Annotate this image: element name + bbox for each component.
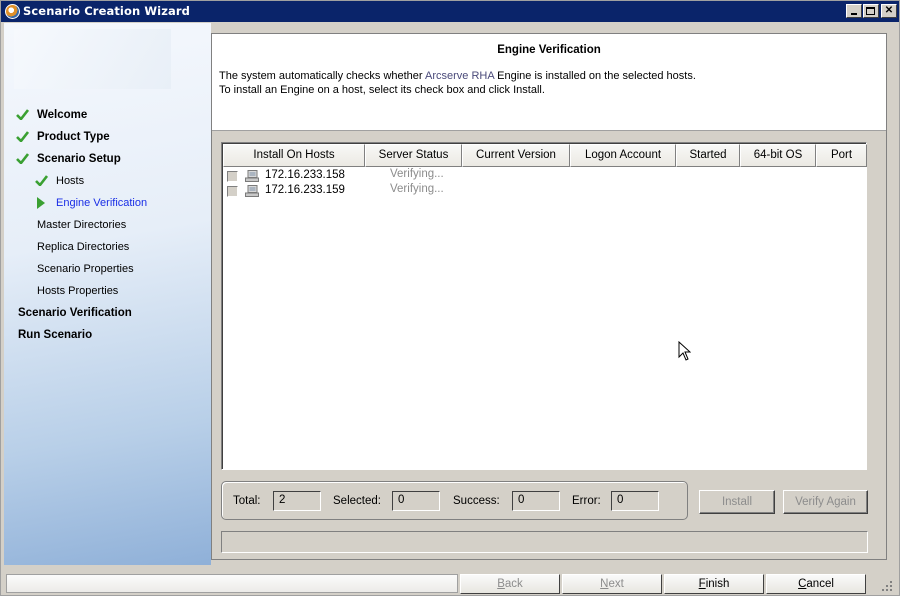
step-replica-directories: Replica Directories: [37, 239, 129, 255]
hosts-grid[interactable]: Install On Hosts Server Status Current V…: [221, 142, 867, 470]
product-banner: [14, 29, 171, 89]
step-master-directories: Master Directories: [37, 217, 126, 233]
mouse-cursor-icon: [678, 341, 691, 361]
step-label: Hosts Properties: [37, 285, 119, 297]
success-field: 0: [512, 491, 560, 511]
wizard-window: Scenario Creation Wizard ✕ Welcome Produ…: [0, 0, 900, 596]
total-field: 2: [273, 491, 321, 511]
checkmark-icon: [16, 109, 29, 120]
column-started[interactable]: Started: [676, 144, 740, 167]
button-label: ext: [608, 578, 624, 590]
server-status: Verifying...: [390, 183, 444, 195]
close-button[interactable]: ✕: [881, 4, 897, 18]
step-label: Replica Directories: [37, 241, 130, 253]
content-panel: Engine Verification The system automatic…: [211, 33, 887, 560]
checkmark-icon: [16, 153, 29, 164]
selected-field: 0: [392, 491, 440, 511]
minimize-icon: [851, 13, 857, 15]
checkmark-icon: [16, 131, 29, 142]
wizard-steps-sidebar: Welcome Product Type Scenario Setup Host…: [4, 23, 211, 565]
description-text: Engine is installed on the selected host…: [494, 70, 696, 82]
grid-header: Install On Hosts Server Status Current V…: [223, 144, 867, 167]
host-address: 172.16.233.159: [265, 184, 345, 196]
maximize-button[interactable]: [863, 4, 879, 18]
error-field: 0: [611, 491, 659, 511]
accelerator-key: B: [497, 578, 505, 590]
step-label: Product Type: [37, 131, 110, 143]
description-line-2: To install an Engine on a host, select i…: [219, 84, 545, 96]
status-bar: [6, 574, 458, 593]
selected-label: Selected:: [333, 495, 381, 507]
step-product-type: Product Type: [16, 129, 110, 145]
next-button[interactable]: Next: [562, 574, 662, 594]
host-row[interactable]: 172.16.233.159 Verifying...: [225, 183, 845, 199]
column-install-on-hosts[interactable]: Install On Hosts: [223, 144, 365, 167]
step-label: Master Directories: [37, 219, 127, 231]
computer-icon: [245, 170, 259, 182]
title-bar[interactable]: Scenario Creation Wizard ✕: [1, 1, 899, 22]
column-port[interactable]: Port: [816, 144, 867, 167]
step-label: Run Scenario: [18, 329, 93, 341]
step-scenario-verification: Scenario Verification: [18, 305, 132, 321]
back-button[interactable]: Back: [460, 574, 560, 594]
step-scenario-setup: Scenario Setup: [16, 151, 121, 167]
step-hosts-properties: Hosts Properties: [37, 283, 118, 299]
install-checkbox[interactable]: [227, 186, 238, 197]
column-logon-account[interactable]: Logon Account: [570, 144, 676, 167]
step-scenario-properties: Scenario Properties: [37, 261, 134, 277]
maximize-icon: [866, 7, 875, 15]
success-label: Success:: [453, 495, 500, 507]
finish-button[interactable]: Finish: [664, 574, 764, 594]
button-label: ancel: [806, 578, 834, 590]
column-server-status[interactable]: Server Status: [365, 144, 462, 167]
progress-bar: [221, 531, 868, 553]
verify-again-button[interactable]: Verify Again: [783, 490, 868, 514]
step-run-scenario: Run Scenario: [18, 327, 92, 343]
step-label: Engine Verification: [56, 197, 148, 209]
host-row[interactable]: 172.16.233.158 Verifying...: [225, 168, 845, 184]
checkmark-icon: [35, 175, 48, 186]
step-label: Scenario Setup: [37, 153, 121, 165]
current-step-arrow-icon: [37, 197, 45, 209]
install-button[interactable]: Install: [699, 490, 775, 514]
minimize-button[interactable]: [846, 4, 862, 18]
button-label: inish: [705, 578, 730, 590]
page-title: Engine Verification: [497, 44, 601, 56]
cancel-button[interactable]: Cancel: [766, 574, 866, 594]
column-64bit-os[interactable]: 64-bit OS: [740, 144, 816, 167]
computer-icon: [245, 185, 259, 197]
summary-group: Total: 2 Selected: 0 Success: 0 Error: 0: [221, 481, 688, 520]
step-welcome: Welcome: [16, 107, 87, 123]
page-header: Engine Verification The system automatic…: [212, 34, 886, 131]
total-label: Total:: [233, 495, 261, 507]
server-status: Verifying...: [390, 168, 444, 180]
step-label: Hosts: [56, 175, 85, 187]
close-icon: ✕: [884, 5, 894, 16]
resize-grip-icon[interactable]: [881, 580, 893, 592]
install-checkbox[interactable]: [227, 171, 238, 182]
column-current-version[interactable]: Current Version: [462, 144, 570, 167]
error-label: Error:: [572, 495, 601, 507]
description-text: The system automatically checks whether: [219, 70, 426, 82]
step-engine-verification: Engine Verification: [37, 195, 147, 211]
step-label: Scenario Properties: [37, 263, 134, 275]
step-label: Scenario Verification: [18, 307, 132, 319]
window-title: Scenario Creation Wizard: [23, 4, 190, 18]
app-icon: [5, 4, 20, 19]
accelerator-key: F: [698, 578, 706, 590]
host-address: 172.16.233.158: [265, 169, 345, 181]
description-line-1: The system automatically checks whether …: [219, 70, 696, 82]
step-label: Welcome: [37, 109, 88, 121]
button-label: ack: [504, 578, 523, 590]
product-name: Arcserve RHA: [425, 70, 495, 82]
step-hosts: Hosts: [35, 173, 84, 189]
